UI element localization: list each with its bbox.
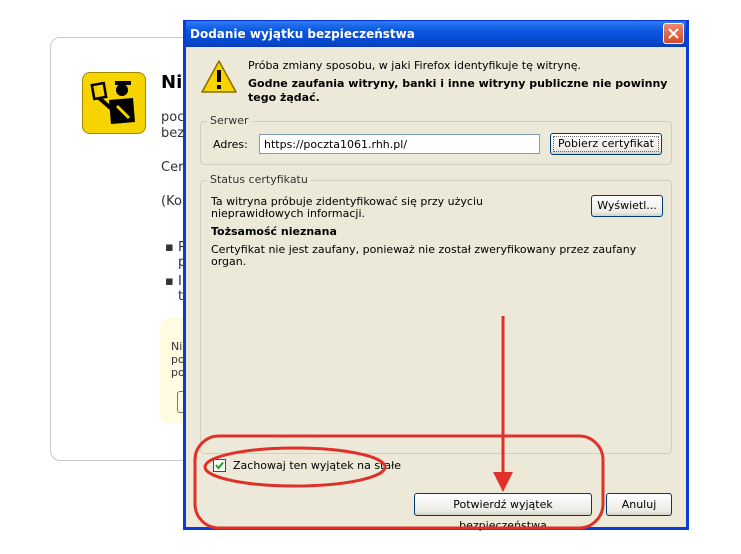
annotation-checkbox-highlight <box>203 446 387 488</box>
annotation-overlay <box>193 316 605 530</box>
annotation-arrow-head <box>493 472 513 492</box>
